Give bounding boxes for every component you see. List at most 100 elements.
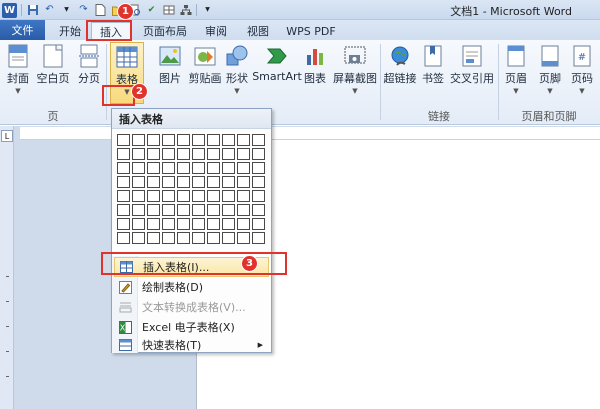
header-button[interactable]: 页眉 ▼	[502, 44, 530, 95]
grid-cell[interactable]	[162, 232, 175, 244]
grid-cell[interactable]	[237, 218, 250, 230]
grid-cell[interactable]	[132, 176, 145, 188]
grid-cell[interactable]	[222, 204, 235, 216]
grid-cell[interactable]	[162, 134, 175, 146]
grid-cell[interactable]	[192, 134, 205, 146]
grid-cell[interactable]	[222, 232, 235, 244]
grid-cell[interactable]	[207, 204, 220, 216]
footer-button[interactable]: 页脚 ▼	[536, 44, 564, 95]
tab-view[interactable]: 视图	[240, 22, 276, 40]
grid-cell[interactable]	[177, 190, 190, 202]
smartart-button[interactable]: SmartArt	[252, 44, 302, 83]
clip-art-button[interactable]: 剪贴画	[187, 44, 223, 86]
screenshot-button[interactable]: 屏幕截图 ▼	[332, 44, 378, 95]
grid-cell[interactable]	[252, 176, 265, 188]
grid-cell[interactable]	[132, 232, 145, 244]
grid-cell[interactable]	[237, 190, 250, 202]
grid-cell[interactable]	[177, 176, 190, 188]
grid-cell[interactable]	[162, 176, 175, 188]
grid-cell[interactable]	[147, 176, 160, 188]
grid-cell[interactable]	[117, 204, 130, 216]
grid-cell[interactable]	[222, 148, 235, 160]
grid-cell[interactable]	[222, 176, 235, 188]
grid-cell[interactable]	[252, 134, 265, 146]
grid-cell[interactable]	[237, 232, 250, 244]
grid-cell[interactable]	[192, 204, 205, 216]
grid-cell[interactable]	[177, 218, 190, 230]
quick-tables-item[interactable]: 快速表格(T) ▶	[114, 335, 269, 355]
grid-cell[interactable]	[207, 134, 220, 146]
bookmark-button[interactable]: 书签	[421, 44, 445, 86]
tab-review[interactable]: 审阅	[198, 22, 234, 40]
grid-cell[interactable]	[132, 204, 145, 216]
cover-page-button[interactable]: 封面 ▼	[4, 44, 32, 95]
grid-cell[interactable]	[132, 218, 145, 230]
tab-wps-pdf[interactable]: WPS PDF	[282, 22, 340, 40]
grid-cell[interactable]	[252, 232, 265, 244]
shapes-button[interactable]: 形状 ▼	[224, 44, 250, 95]
grid-cell[interactable]	[252, 218, 265, 230]
grid-cell[interactable]	[237, 134, 250, 146]
grid-cell[interactable]	[207, 148, 220, 160]
tab-stop-selector-icon[interactable]: L	[1, 130, 13, 142]
tab-insert[interactable]: 插入	[91, 22, 131, 40]
grid-cell[interactable]	[252, 148, 265, 160]
grid-cell[interactable]	[192, 232, 205, 244]
excel-spreadsheet-item[interactable]: X Excel 电子表格(X)	[114, 317, 269, 337]
grid-cell[interactable]	[207, 218, 220, 230]
grid-cell[interactable]	[162, 204, 175, 216]
grid-cell[interactable]	[237, 148, 250, 160]
grid-cell[interactable]	[147, 162, 160, 174]
grid-cell[interactable]	[132, 134, 145, 146]
grid-cell[interactable]	[192, 190, 205, 202]
grid-cell[interactable]	[117, 148, 130, 160]
grid-cell[interactable]	[117, 162, 130, 174]
grid-cell[interactable]	[237, 162, 250, 174]
blank-page-button[interactable]: 空白页	[36, 44, 70, 86]
grid-cell[interactable]	[117, 232, 130, 244]
grid-cell[interactable]	[207, 190, 220, 202]
grid-cell[interactable]	[117, 134, 130, 146]
grid-cell[interactable]	[252, 204, 265, 216]
grid-cell[interactable]	[192, 148, 205, 160]
grid-cell[interactable]	[207, 176, 220, 188]
grid-cell[interactable]	[162, 190, 175, 202]
draw-table-item[interactable]: 绘制表格(D)	[114, 277, 269, 297]
grid-cell[interactable]	[222, 218, 235, 230]
grid-cell[interactable]	[252, 162, 265, 174]
grid-cell[interactable]	[132, 148, 145, 160]
grid-cell[interactable]	[192, 176, 205, 188]
grid-cell[interactable]	[147, 134, 160, 146]
grid-cell[interactable]	[177, 162, 190, 174]
grid-cell[interactable]	[237, 204, 250, 216]
grid-cell[interactable]	[147, 232, 160, 244]
cross-reference-button[interactable]: 交叉引用	[450, 44, 494, 86]
grid-cell[interactable]	[162, 162, 175, 174]
grid-cell[interactable]	[147, 190, 160, 202]
grid-cell[interactable]	[132, 162, 145, 174]
grid-cell[interactable]	[177, 134, 190, 146]
tab-page-layout[interactable]: 页面布局	[134, 22, 196, 40]
grid-cell[interactable]	[252, 190, 265, 202]
grid-cell[interactable]	[222, 134, 235, 146]
grid-cell[interactable]	[207, 162, 220, 174]
grid-cell[interactable]	[162, 148, 175, 160]
chart-button[interactable]: 图表	[303, 44, 327, 86]
hyperlink-button[interactable]: 超链接	[383, 44, 417, 86]
grid-cell[interactable]	[117, 218, 130, 230]
table-size-grid[interactable]	[117, 134, 268, 246]
grid-cell[interactable]	[117, 176, 130, 188]
page-break-button[interactable]: 分页	[75, 44, 103, 86]
grid-cell[interactable]	[192, 162, 205, 174]
grid-cell[interactable]	[177, 148, 190, 160]
grid-cell[interactable]	[147, 218, 160, 230]
grid-cell[interactable]	[147, 148, 160, 160]
grid-cell[interactable]	[177, 232, 190, 244]
tab-file[interactable]: 文件	[0, 20, 45, 40]
grid-cell[interactable]	[147, 204, 160, 216]
grid-cell[interactable]	[222, 162, 235, 174]
grid-cell[interactable]	[117, 190, 130, 202]
grid-cell[interactable]	[222, 190, 235, 202]
grid-cell[interactable]	[237, 176, 250, 188]
grid-cell[interactable]	[132, 190, 145, 202]
